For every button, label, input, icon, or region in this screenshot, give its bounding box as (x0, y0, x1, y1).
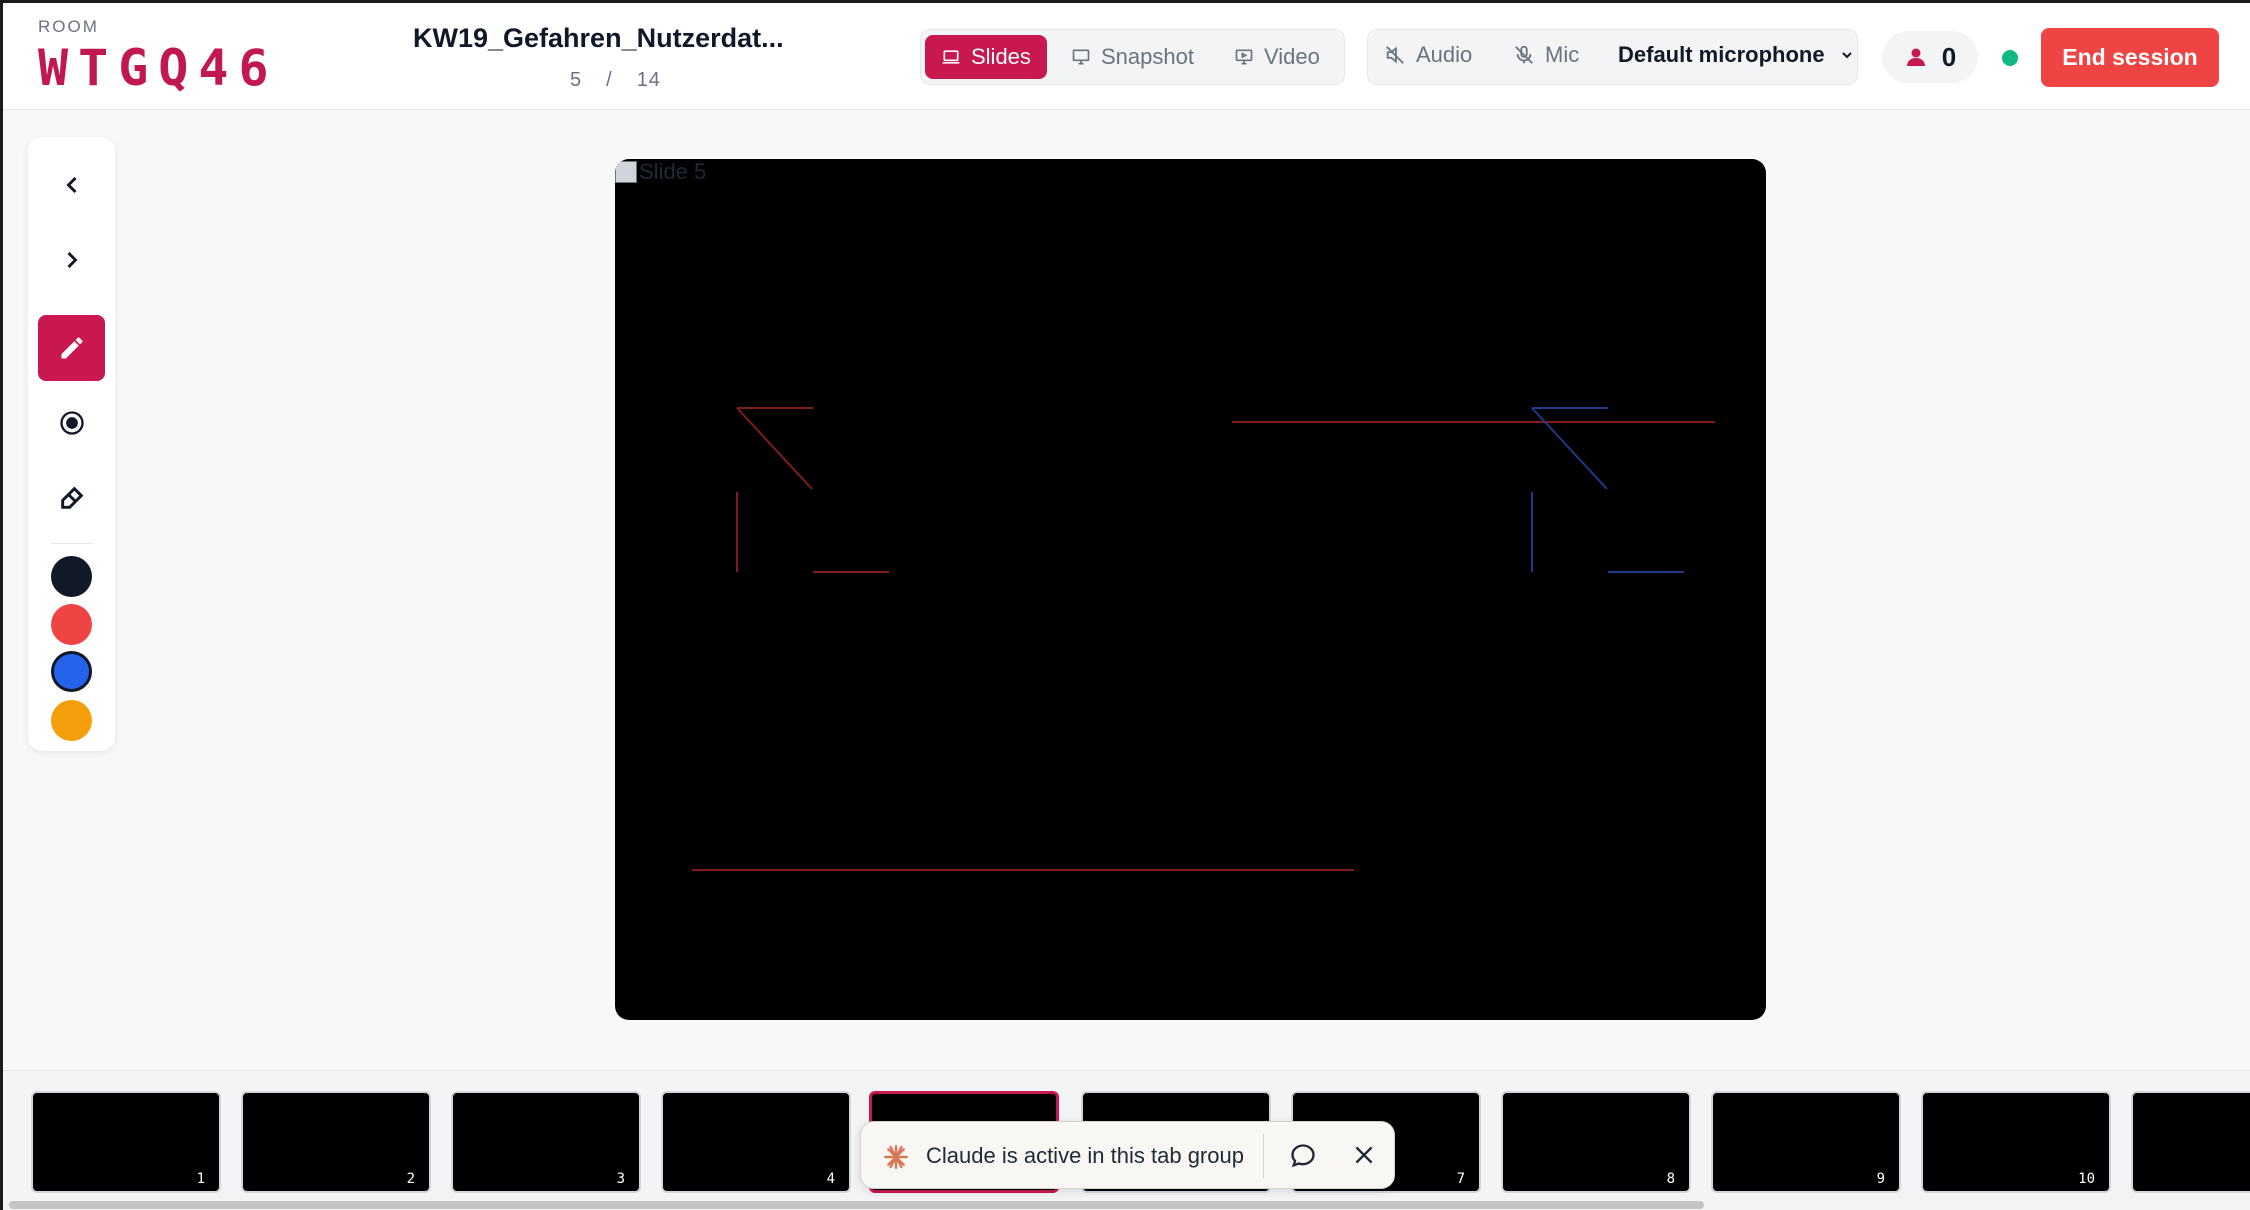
end-session-button[interactable]: End session (2041, 28, 2219, 87)
laser-pointer-icon (59, 411, 84, 435)
eraser-icon (60, 486, 83, 509)
annotation-strokes (692, 407, 1715, 871)
thumbnail-number: 7 (1456, 1171, 1465, 1187)
screen-share-icon (1235, 49, 1253, 65)
header-bar: ROOM WTGQ46 KW19_Gefahren_Nutzerdat... 5… (3, 3, 2250, 110)
slide-canvas[interactable]: Slide 5 (615, 159, 1766, 1020)
chevron-left-icon (65, 176, 77, 194)
slide-thumbnail[interactable]: 3 (451, 1091, 641, 1193)
thumbnail-number: 9 (1876, 1171, 1885, 1187)
mic-label: Mic (1545, 42, 1580, 67)
user-icon (1906, 48, 1925, 66)
drawing-toolbar (28, 137, 115, 751)
slide-thumbnail[interactable] (2131, 1091, 2250, 1193)
close-icon[interactable] (1351, 1142, 1377, 1168)
connection-status-dot (2002, 50, 2018, 66)
room-label: ROOM (38, 17, 99, 36)
toolbar-divider (50, 543, 93, 544)
thumbnail-number: 10 (2078, 1171, 2095, 1187)
color-swatch-orange[interactable] (51, 700, 92, 741)
page-counter: 5 / 14 (558, 69, 673, 92)
chat-bubble-icon[interactable] (1289, 1142, 1317, 1170)
video-label: Video (1264, 44, 1320, 69)
microphone-selected: Default microphone (1618, 42, 1825, 67)
audio-label: Audio (1416, 42, 1473, 67)
room-code: WTGQ46 (38, 39, 279, 97)
color-swatch-black[interactable] (51, 556, 92, 597)
laser-tool-button[interactable] (38, 390, 105, 456)
slides-label: Slides (971, 44, 1031, 69)
banner-text: Claude is active in this tab group (926, 1143, 1244, 1168)
blue-annotations (1531, 407, 1684, 573)
thumbnail-number: 8 (1666, 1171, 1675, 1187)
mode-switcher: Slides Snapshot Video (920, 29, 1345, 85)
slide-thumbnail[interactable]: 4 (661, 1091, 851, 1193)
mic-button[interactable]: Mic (1513, 42, 1579, 68)
chevron-right-icon (66, 251, 78, 269)
slide-thumbnail[interactable]: 10 (1921, 1091, 2111, 1193)
monitor-icon (1072, 49, 1090, 65)
slides-mode-button[interactable]: Slides (925, 35, 1047, 79)
thumbnail-number: 3 (616, 1171, 625, 1187)
claude-sparkle-icon (883, 1144, 909, 1170)
thumbnail-number: 4 (826, 1171, 835, 1187)
thumbnail-number: 1 (196, 1171, 205, 1187)
thumbnail-number: 2 (406, 1171, 415, 1187)
chevron-down-icon (1841, 52, 1852, 59)
thumbnail-scrollbar[interactable] (9, 1201, 1704, 1209)
audio-controls: Audio Mic Default microphone (1367, 29, 1858, 85)
red-annotations (692, 407, 1715, 871)
laptop-icon (942, 50, 960, 64)
previous-slide-button[interactable] (38, 152, 105, 218)
participant-number: 0 (1941, 41, 1957, 72)
page-separator: / (606, 69, 613, 91)
microphone-select[interactable]: Default microphone (1618, 42, 1855, 68)
pen-icon (61, 337, 82, 359)
slide-thumbnail[interactable]: 2 (241, 1091, 431, 1193)
mic-muted-icon (1515, 45, 1533, 64)
slide-thumbnail[interactable]: 1 (31, 1091, 221, 1193)
slide-thumbnail[interactable]: 9 (1711, 1091, 1901, 1193)
eraser-tool-button[interactable] (38, 465, 105, 531)
video-mode-button[interactable]: Video (1218, 35, 1336, 79)
document-title: KW19_Gefahren_Nutzerdat... (413, 23, 784, 53)
pen-tool-button[interactable] (38, 315, 105, 381)
slide-thumbnail[interactable]: 8 (1501, 1091, 1691, 1193)
speaker-muted-icon (1386, 46, 1404, 64)
next-slide-button[interactable] (38, 227, 105, 293)
snapshot-mode-button[interactable]: Snapshot (1055, 35, 1210, 79)
color-swatch-blue[interactable] (51, 651, 92, 692)
color-swatch-red[interactable] (51, 604, 92, 645)
participant-count[interactable]: 0 (1882, 31, 1978, 83)
claude-active-banner: Claude is active in this tab group (860, 1121, 1395, 1189)
snapshot-label: Snapshot (1101, 44, 1194, 69)
current-page: 5 (570, 69, 583, 91)
banner-divider (1263, 1134, 1264, 1178)
audio-button[interactable]: Audio (1384, 42, 1472, 68)
total-pages: 14 (636, 69, 661, 91)
